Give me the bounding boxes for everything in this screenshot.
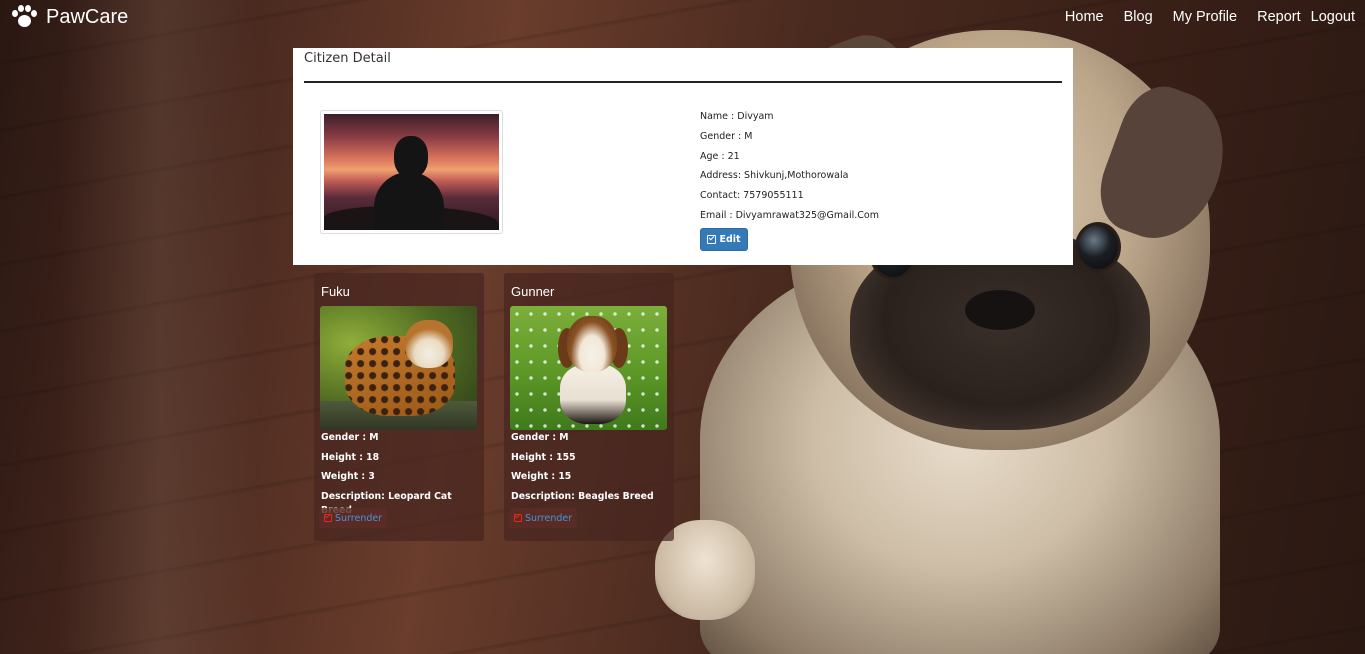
pet-info: Gender : M Height : 18 Weight : 3 Descri…	[321, 431, 484, 516]
pet-gender: Gender : M	[511, 432, 569, 443]
pet-info: Gender : M Height : 155 Weight : 15 Desc…	[511, 431, 654, 509]
surrender-label: Surrender	[335, 512, 383, 524]
brand-link[interactable]: PawCare	[10, 4, 128, 30]
citizen-email: Email : Divyamrawat325@Gmail.Com	[700, 209, 879, 221]
citizen-photo	[320, 110, 503, 234]
citizen-avatar-image	[324, 114, 499, 230]
citizen-age: Age : 21	[700, 150, 740, 162]
leopard-cat-image	[320, 306, 477, 430]
paw-icon	[10, 4, 38, 30]
nav-logout[interactable]: Logout	[1311, 9, 1355, 25]
pet-card: Gunner Gender : M Height : 155 Weight : …	[504, 273, 674, 541]
surrender-button[interactable]: Surrender	[319, 508, 388, 528]
pet-gender: Gender : M	[321, 432, 379, 443]
surrender-icon	[324, 514, 332, 522]
pet-weight: Weight : 15	[511, 471, 572, 483]
pet-photo	[320, 306, 477, 430]
pet-name: Gunner	[511, 284, 555, 299]
pet-weight: Weight : 3	[321, 471, 375, 483]
nav-menu: Home Blog My Profile Report Logout	[1065, 9, 1355, 25]
navbar: PawCare Home Blog My Profile Report Logo…	[0, 0, 1365, 36]
citizen-contact: Contact: 7579055111	[700, 190, 804, 202]
surrender-label: Surrender	[525, 512, 573, 524]
pet-photo	[510, 306, 667, 430]
pug-eye	[1075, 222, 1121, 272]
edit-button[interactable]: Edit	[700, 228, 748, 251]
citizen-info: Name : Divyam Gender : M Age : 21 Addres…	[700, 110, 879, 229]
citizen-detail-panel: Citizen Detail Name : Divyam Gender : M …	[293, 48, 1073, 265]
surrender-button[interactable]: Surrender	[509, 508, 578, 528]
pet-name: Fuku	[321, 284, 350, 299]
pet-height: Height : 155	[511, 451, 576, 463]
nav-home[interactable]: Home	[1065, 9, 1104, 25]
citizen-gender: Gender : M	[700, 130, 753, 142]
divider	[304, 81, 1062, 83]
pug-nose	[965, 290, 1035, 330]
pet-card: Fuku Gender : M Height : 18 Weight : 3 D…	[314, 273, 484, 541]
surrender-icon	[514, 514, 522, 522]
nav-blog[interactable]: Blog	[1124, 9, 1153, 25]
citizen-address: Address: Shivkunj,Mothorowala	[700, 170, 849, 182]
brand-name: PawCare	[46, 5, 129, 28]
edit-icon	[707, 235, 717, 244]
pet-height: Height : 18	[321, 451, 380, 463]
nav-report[interactable]: Report	[1257, 9, 1301, 25]
nav-my-profile[interactable]: My Profile	[1173, 9, 1237, 25]
panel-title: Citizen Detail	[304, 51, 391, 66]
edit-button-label: Edit	[719, 234, 741, 245]
citizen-name: Name : Divyam	[700, 111, 774, 122]
background-glow	[60, 0, 260, 654]
beagle-image	[510, 306, 667, 430]
pet-description: Description: Leopard Cat Breed	[321, 490, 452, 516]
pet-description: Description: Beagles Breed	[511, 490, 654, 502]
